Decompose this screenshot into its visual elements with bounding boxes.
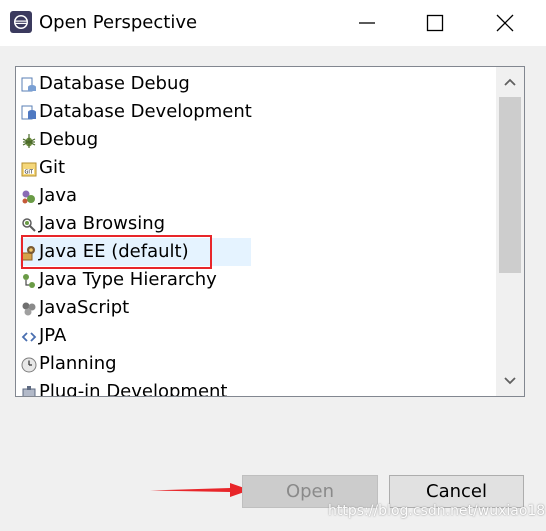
list-item-database-development[interactable]: Database Development bbox=[16, 98, 496, 126]
list-item-java-type-hierarchy[interactable]: Java Type Hierarchy bbox=[16, 266, 496, 294]
watermark: https://blog.csdn.net/wuxiao18 bbox=[328, 503, 546, 519]
java-browsing-icon bbox=[22, 218, 36, 232]
list-item-label: Java Type Hierarchy bbox=[39, 269, 217, 290]
list-item-label: Database Development bbox=[39, 101, 252, 122]
javascript-icon bbox=[22, 302, 36, 316]
minimize-icon bbox=[359, 22, 375, 24]
annotation-arrow-icon bbox=[150, 483, 250, 497]
java-icon bbox=[22, 190, 35, 204]
list-item-label: JPA bbox=[39, 325, 67, 346]
annotation-highlight-box bbox=[21, 235, 212, 269]
chevron-up-icon bbox=[504, 78, 516, 86]
java-type-hierarchy-icon bbox=[23, 274, 35, 288]
list-item-javascript[interactable]: JavaScript bbox=[16, 294, 496, 322]
vertical-scrollbar[interactable] bbox=[496, 67, 524, 396]
planning-icon bbox=[21, 357, 37, 373]
perspective-list-items: Database Debug Database Development Debu… bbox=[16, 67, 496, 396]
list-item-label: Git bbox=[39, 157, 66, 178]
list-item-debug[interactable]: Debug bbox=[16, 126, 496, 154]
title-bar: Open Perspective bbox=[0, 0, 546, 46]
list-item-java[interactable]: Java bbox=[16, 182, 496, 210]
list-item-jpa[interactable]: JPA bbox=[16, 322, 496, 350]
database-development-icon bbox=[21, 105, 36, 120]
list-item-label: Planning bbox=[39, 353, 117, 374]
list-item-label: Java Browsing bbox=[39, 213, 166, 234]
scrollbar-thumb[interactable] bbox=[499, 97, 521, 273]
minimize-button[interactable] bbox=[344, 0, 390, 46]
list-item-plugin-development[interactable]: Plug-in Development bbox=[16, 378, 496, 396]
window-title: Open Perspective bbox=[39, 12, 198, 33]
debug-icon bbox=[22, 134, 36, 148]
list-item-label: Debug bbox=[39, 129, 99, 150]
list-item-label: Java bbox=[39, 185, 78, 206]
eclipse-icon bbox=[10, 11, 32, 33]
plugin-development-icon bbox=[22, 386, 36, 396]
chevron-down-icon bbox=[504, 377, 516, 385]
list-item-planning[interactable]: Planning bbox=[16, 350, 496, 378]
scroll-up-button[interactable] bbox=[496, 67, 524, 97]
close-icon bbox=[496, 14, 514, 32]
list-item-label: Plug-in Development bbox=[39, 381, 228, 396]
scroll-down-button[interactable] bbox=[496, 366, 524, 396]
database-debug-icon bbox=[21, 77, 36, 92]
git-icon: GIT bbox=[21, 162, 37, 177]
list-item-git[interactable]: GIT Git bbox=[16, 154, 496, 182]
svg-text:GIT: GIT bbox=[25, 170, 34, 176]
close-button[interactable] bbox=[482, 0, 528, 46]
list-item-java-browsing[interactable]: Java Browsing bbox=[16, 210, 496, 238]
list-item-database-debug[interactable]: Database Debug bbox=[16, 70, 496, 98]
maximize-button[interactable] bbox=[412, 0, 458, 46]
perspective-list[interactable]: Database Debug Database Development Debu… bbox=[15, 66, 525, 397]
list-item-label: JavaScript bbox=[39, 297, 130, 318]
jpa-icon bbox=[21, 332, 37, 342]
maximize-icon bbox=[426, 14, 444, 32]
list-item-label: Database Debug bbox=[39, 73, 190, 94]
